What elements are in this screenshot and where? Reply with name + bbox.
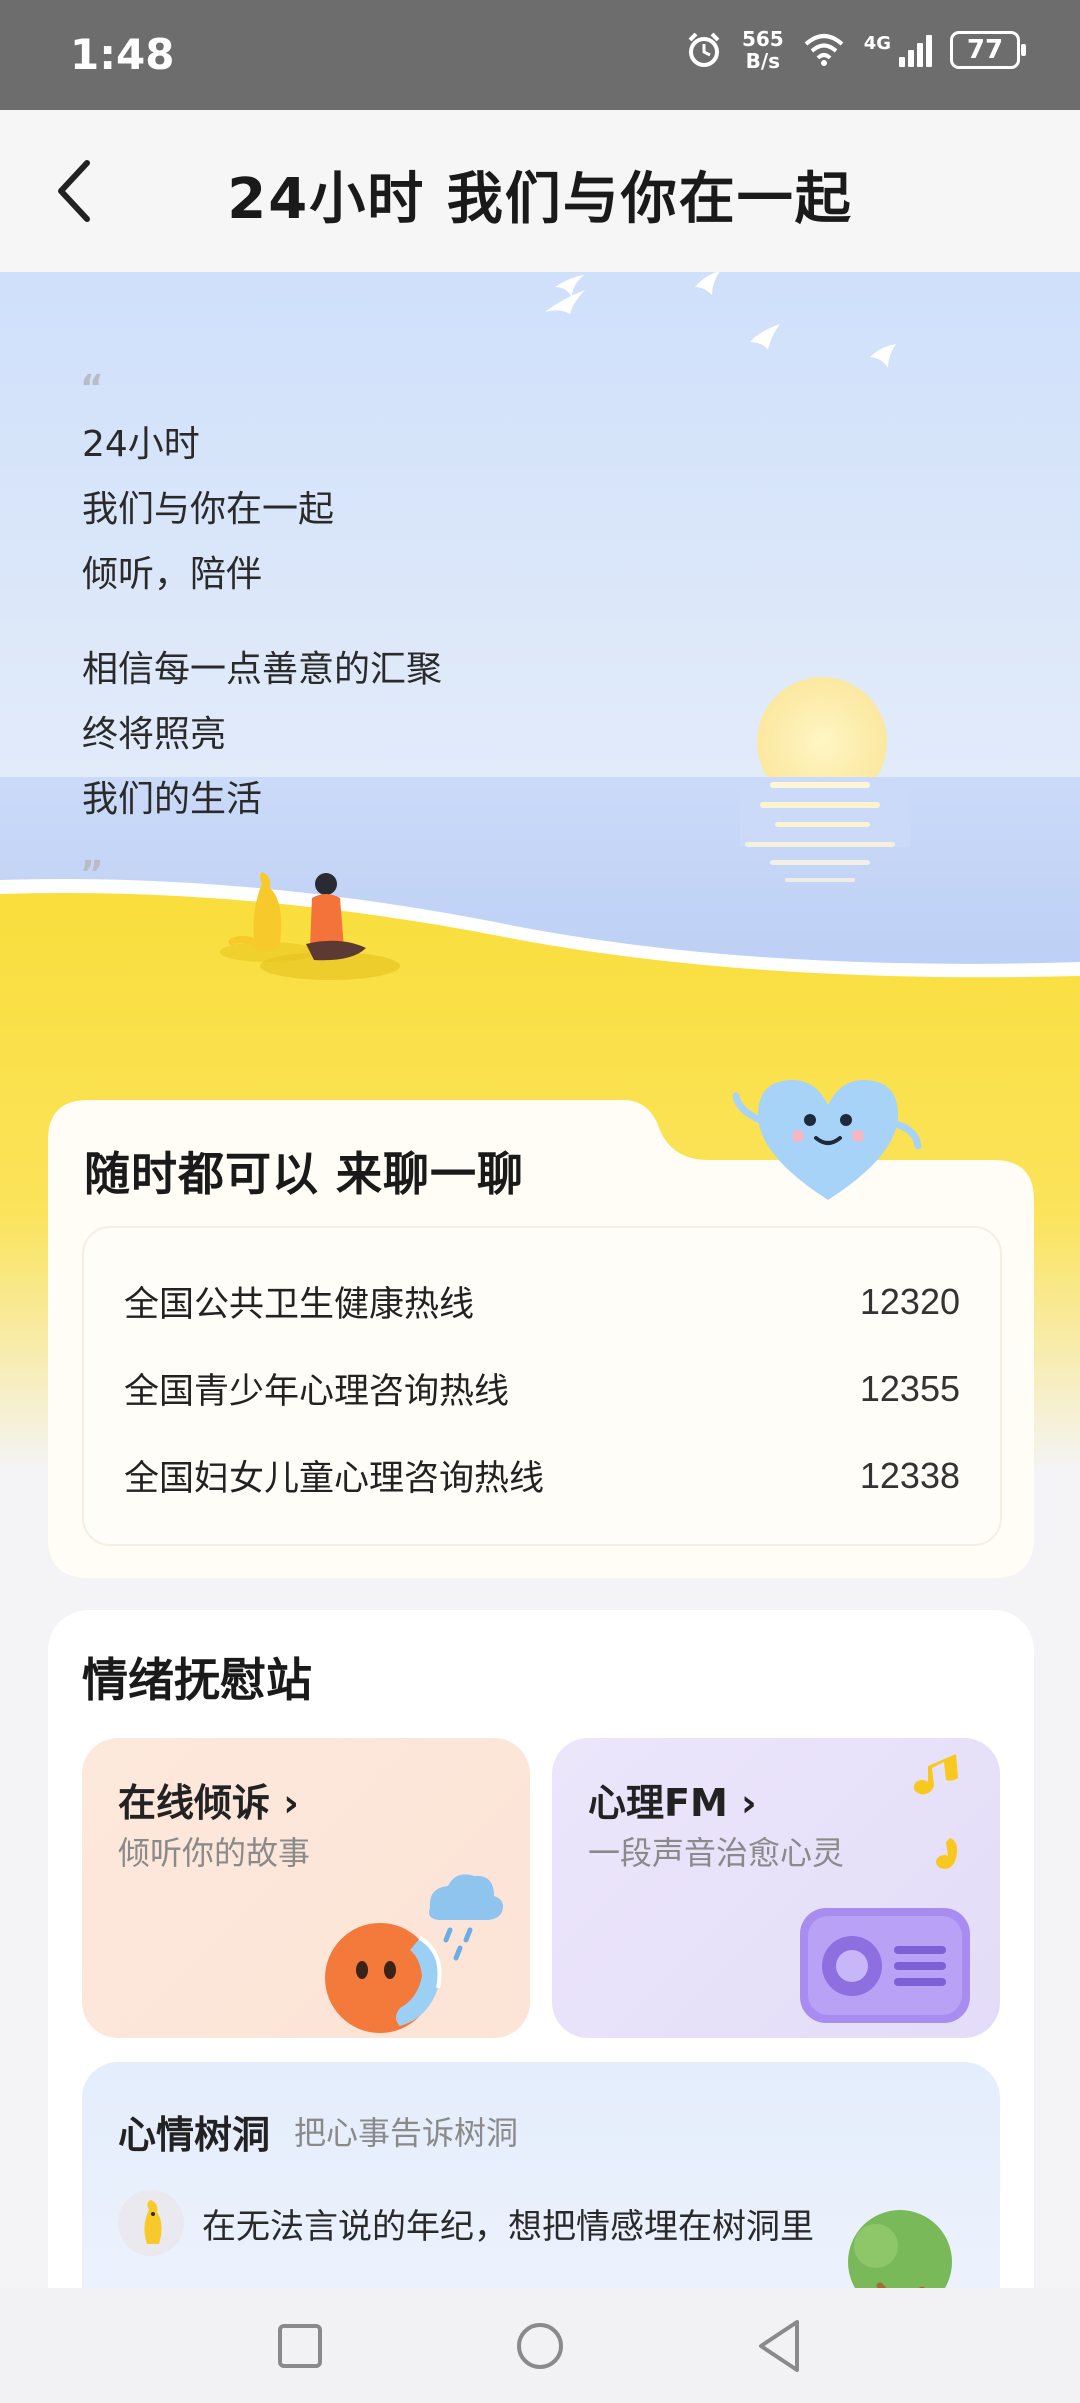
circle-icon xyxy=(517,2322,563,2369)
tree-hole-post[interactable]: 在无法言说的年纪，想把情感埋在树洞里 xyxy=(118,2190,814,2256)
poem-line: 24小时 xyxy=(82,424,200,465)
signal-icon xyxy=(899,33,932,67)
status-icons: 565 B/s 4G 77 xyxy=(684,28,1026,72)
network-type: 4G xyxy=(863,32,891,54)
kangaroo-avatar-icon xyxy=(144,2200,162,2244)
poem-line: 倾听，陪伴 xyxy=(82,554,263,595)
post-text: 在无法言说的年纪，想把情感埋在树洞里 xyxy=(202,2206,814,2247)
online-talk-subtitle: 倾听你的故事 xyxy=(118,1834,311,1872)
poem-line: 我们的生活 xyxy=(82,779,263,820)
square-icon xyxy=(278,2323,322,2368)
speed-value: 565 xyxy=(741,27,784,51)
poem-group-1: 24小时 我们与你在一起 倾听，陪伴 xyxy=(82,412,334,607)
hotline-row[interactable]: 全国公共卫生健康热线 12320 xyxy=(124,1258,960,1345)
chevron-right-icon: › xyxy=(283,1781,299,1825)
system-nav-bar xyxy=(0,2288,1080,2403)
quote-open: “ xyxy=(80,368,104,409)
status-time: 1:48 xyxy=(70,30,175,79)
hotline-row[interactable]: 全国妇女儿童心理咨询热线 12338 xyxy=(124,1432,960,1519)
phone-mascot-icon xyxy=(325,1874,503,2033)
online-talk-card[interactable]: 在线倾诉 › 倾听你的故事 xyxy=(82,1738,530,2038)
status-bar: 1:48 565 B/s 4G 77 xyxy=(0,0,1080,110)
page-title: 24小时 我们与你在一起 xyxy=(227,167,853,232)
alarm-icon xyxy=(688,32,720,67)
home-button[interactable] xyxy=(500,2306,580,2386)
hotline-row[interactable]: 全国青少年心理咨询热线 12355 xyxy=(124,1345,960,1432)
hotline-name: 全国妇女儿童心理咨询热线 xyxy=(124,1459,545,1499)
heart-mascot-icon xyxy=(732,1080,922,1200)
back-nav-button[interactable] xyxy=(740,2306,820,2386)
app-header: 24小时 我们与你在一起 xyxy=(0,110,1080,272)
battery-level: 77 xyxy=(966,35,1004,65)
tree-hole-card[interactable]: 心情树洞 把心事告诉树洞 在无法言说的年纪，想把情感埋在树洞里 xyxy=(82,2062,1000,2322)
wifi-icon xyxy=(804,34,844,66)
quote-close: ” xyxy=(80,854,104,895)
hotline-number[interactable]: 12338 xyxy=(860,1455,960,1497)
battery-icon: 77 xyxy=(950,31,1026,69)
avatar xyxy=(118,2190,184,2256)
psych-fm-card[interactable]: 心理FM › 一段声音治愈心灵 xyxy=(552,1738,1000,2038)
hotline-title: 随时都可以 来聊一聊 xyxy=(84,1147,525,1201)
online-talk-label: 在线倾诉 xyxy=(118,1781,271,1825)
hotline-name: 全国公共卫生健康热线 xyxy=(124,1285,475,1325)
online-talk-title: 在线倾诉 › xyxy=(118,1772,299,1827)
hotline-list: 全国公共卫生健康热线 12320 全国青少年心理咨询热线 12355 全国妇女儿… xyxy=(82,1226,1002,1546)
speed-unit: B/s xyxy=(745,49,781,73)
tree-hole-subtitle: 把心事告诉树洞 xyxy=(294,2114,519,2152)
psych-fm-label: 心理FM xyxy=(588,1781,728,1825)
triangle-back-icon xyxy=(759,2319,799,2372)
poem-line: 我们与你在一起 xyxy=(82,489,335,530)
music-note-icon xyxy=(913,1754,958,1869)
tree-hole-title: 心情树洞 xyxy=(118,2113,271,2157)
poem-line: 终将照亮 xyxy=(82,714,227,755)
psych-fm-title: 心理FM › xyxy=(588,1772,757,1827)
recents-button[interactable] xyxy=(260,2306,340,2386)
hotline-number[interactable]: 12320 xyxy=(860,1281,960,1323)
rain-cloud-icon xyxy=(429,1874,503,1961)
chevron-right-icon: › xyxy=(741,1781,757,1825)
comfort-section: 情绪抚慰站 在线倾诉 › 倾听你的故事 心理FM › 一段声音治愈心灵 心情树洞… xyxy=(48,1610,1034,2403)
network-speed: 565 B/s xyxy=(742,28,784,72)
hotline-name: 全国青少年心理咨询热线 xyxy=(124,1372,510,1412)
radio-icon xyxy=(800,1754,970,2023)
hotline-card: 随时都可以 来聊一聊 全国公共卫生健康热线 12320 全国青少年心理咨询热线 … xyxy=(48,1080,1034,1578)
poem-group-2: 相信每一点善意的汇聚 终将照亮 我们的生活 xyxy=(82,637,442,832)
bird-icon xyxy=(545,272,896,368)
poem-line: 相信每一点善意的汇聚 xyxy=(82,649,443,690)
hotline-number[interactable]: 12355 xyxy=(860,1368,960,1410)
comfort-title: 情绪抚慰站 xyxy=(82,1653,312,1707)
